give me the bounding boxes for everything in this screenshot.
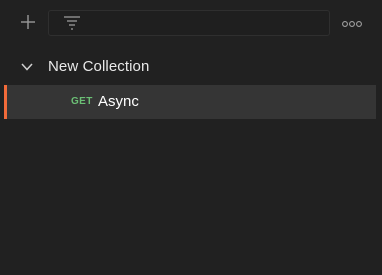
plus-icon: [20, 14, 36, 35]
more-horizontal-icon: [342, 15, 362, 33]
active-indicator: [4, 85, 7, 119]
filter-search-box[interactable]: [48, 10, 330, 36]
sidebar-toolbar: [0, 0, 382, 48]
request-name: Async: [98, 93, 139, 110]
collection-name: New Collection: [48, 58, 150, 75]
more-options-button[interactable]: [339, 14, 365, 34]
collection-item[interactable]: New Collection: [0, 52, 382, 82]
request-method-badge: GET: [71, 96, 93, 107]
request-item[interactable]: GET Async: [4, 85, 376, 119]
filter-input[interactable]: [93, 13, 323, 35]
filter-icon: [62, 14, 82, 32]
add-collection-button[interactable]: [14, 11, 42, 37]
chevron-down-icon[interactable]: [20, 61, 34, 73]
